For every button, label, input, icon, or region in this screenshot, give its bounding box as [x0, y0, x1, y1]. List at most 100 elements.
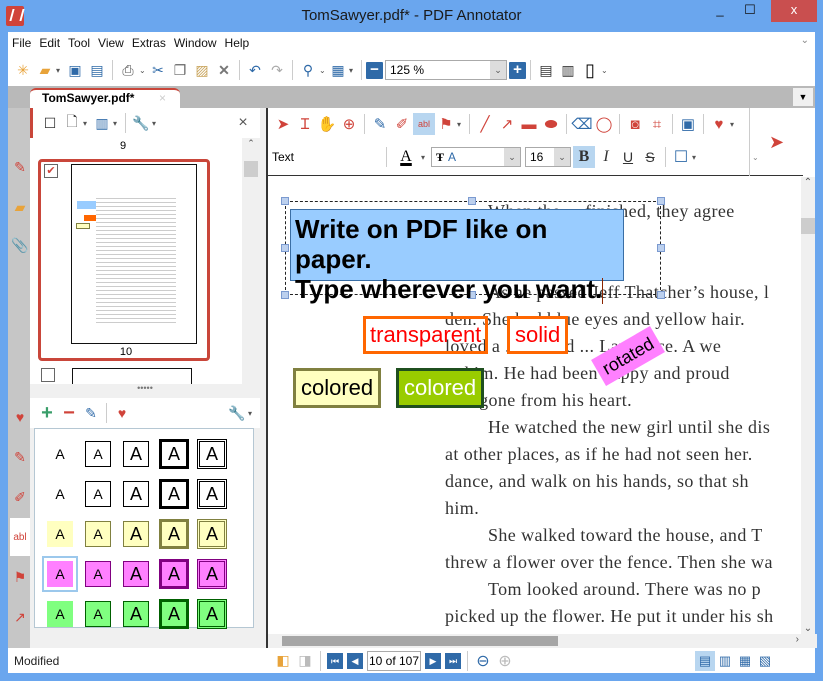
chevron-down-icon[interactable]: ⌄ — [504, 148, 520, 166]
menu-extras[interactable]: Extras — [128, 32, 170, 54]
book-view-icon[interactable]: ▥ — [91, 112, 113, 134]
favorite-style-cell[interactable]: A — [123, 521, 149, 547]
dropdown-arrow-icon[interactable]: ▾ — [83, 119, 91, 128]
favorites-heart-tab-icon[interactable]: ♥ — [10, 398, 30, 436]
favorite-style-cell[interactable]: A — [197, 519, 227, 549]
dropdown-arrow-icon[interactable]: ▾ — [730, 120, 738, 129]
zoom-out-button[interactable]: − — [366, 61, 383, 79]
dropdown-arrow-icon[interactable]: ▾ — [457, 120, 465, 129]
dropdown-arrow-icon[interactable]: ▾ — [113, 119, 121, 128]
thumbnail-page-10[interactable]: ✔ 10 — [38, 159, 210, 361]
fit-width-icon[interactable]: ▥ — [557, 59, 579, 81]
menu-help[interactable]: Help — [221, 32, 254, 54]
vertical-scrollbar[interactable]: ⌃ ⌄ — [801, 177, 815, 634]
panel-splitter[interactable]: ••••• — [30, 384, 260, 398]
text-annotation-colored-green[interactable]: colored — [396, 368, 485, 408]
insert-image-icon[interactable]: ▣ — [677, 113, 699, 135]
favorite-style-cell[interactable]: A — [197, 479, 227, 509]
full-screen-icon[interactable]: ▯ — [579, 59, 601, 81]
zoom-tool-icon[interactable]: ⊕ — [338, 113, 360, 135]
previous-document-icon[interactable]: ◧ — [272, 650, 294, 672]
favorite-style-cell[interactable]: A — [197, 439, 227, 469]
scroll-right-icon[interactable]: › — [796, 634, 799, 645]
chevron-down-icon[interactable]: ⌄ — [554, 148, 570, 166]
typewriter-icon[interactable]: abl — [413, 113, 435, 135]
previous-page-button[interactable]: ◀ — [347, 652, 363, 669]
find-binoculars-icon[interactable]: ⚲ — [297, 59, 319, 81]
scroll-thumb[interactable] — [282, 636, 558, 646]
page-icon[interactable]: 🗋 — [61, 112, 83, 134]
highlighter-icon[interactable]: ✐ — [391, 113, 413, 135]
favorite-style-cell[interactable]: A — [85, 481, 111, 507]
stamp-icon[interactable]: ⚑ — [435, 113, 457, 135]
camera-icon[interactable]: ◙ — [624, 113, 646, 135]
resize-handle[interactable] — [657, 244, 665, 252]
two-page-continuous-view-icon[interactable]: ▧ — [755, 651, 775, 671]
page-checkbox[interactable]: ✔ — [44, 164, 58, 178]
favorites-heart-icon[interactable]: ♥ — [708, 113, 730, 135]
scroll-up-icon[interactable]: ⌃ — [801, 177, 815, 188]
resize-handle[interactable] — [657, 197, 665, 205]
dropdown-arrow-icon[interactable]: ▾ — [56, 66, 64, 75]
text-select-icon[interactable]: Ɪ — [294, 113, 316, 135]
font-family-select[interactable]: Ŧ A ⌄ — [431, 147, 521, 167]
close-button[interactable]: x — [771, 0, 817, 22]
text-annotation-colored-yellow[interactable]: colored — [293, 368, 382, 408]
favorite-style-cell[interactable]: A — [159, 479, 189, 509]
freehand-pen-icon[interactable]: ✎ — [369, 113, 391, 135]
typewriter-tab-icon[interactable]: abl — [10, 518, 30, 556]
resize-handle[interactable] — [281, 291, 289, 299]
favorite-style-cell[interactable]: A — [197, 559, 227, 589]
wrench-icon[interactable]: 🔧 — [226, 402, 248, 424]
add-icon[interactable]: + — [36, 402, 58, 424]
resize-handle[interactable] — [281, 244, 289, 252]
grid-icon[interactable]: ▦ — [327, 59, 349, 81]
notes-tab-icon[interactable]: ▰ — [10, 188, 30, 226]
favorite-style-cell[interactable]: A — [197, 599, 227, 629]
remove-icon[interactable]: − — [58, 402, 80, 424]
next-page-button[interactable]: ▶ — [425, 652, 441, 669]
dropdown-arrow-icon[interactable]: ⌄ — [139, 66, 147, 75]
favorite-style-cell[interactable]: A — [123, 441, 149, 467]
font-color-button[interactable]: A — [391, 146, 421, 168]
highlighter-tab-icon[interactable]: ✐ — [10, 478, 30, 516]
new-document-icon[interactable]: ✳ — [12, 59, 34, 81]
favorite-style-cell[interactable]: A — [159, 559, 189, 589]
last-page-button[interactable]: ⏭ — [445, 652, 461, 669]
favorite-style-cell[interactable]: A — [47, 441, 73, 467]
zoom-level-select[interactable]: 125 % ⌄ — [385, 60, 507, 80]
menu-tool[interactable]: Tool — [64, 32, 94, 54]
resize-handle[interactable] — [657, 291, 665, 299]
delete-icon[interactable]: ✕ — [213, 59, 235, 81]
save-as-icon[interactable]: ▤ — [86, 59, 108, 81]
favorite-style-cell[interactable]: A — [85, 441, 111, 467]
dropdown-arrow-icon[interactable]: ⌄ — [601, 66, 609, 75]
dropdown-arrow-icon[interactable]: ▾ — [349, 66, 357, 75]
crop-icon[interactable]: ⌗ — [646, 113, 668, 135]
print-icon[interactable]: ⎙ — [117, 59, 139, 81]
favorite-style-cell[interactable]: A — [123, 481, 149, 507]
checkbox-icon[interactable]: ☐ — [39, 112, 61, 134]
bold-button[interactable]: B — [573, 146, 595, 168]
stamp-tab-icon[interactable]: ⚑ — [10, 558, 30, 596]
wrench-icon[interactable]: 🔧 — [130, 112, 152, 134]
tab-list-dropdown[interactable]: ▼ — [793, 88, 813, 106]
menu-edit[interactable]: Edit — [35, 32, 64, 54]
forward-icon[interactable]: ⊕ — [494, 650, 516, 672]
text-annotation-transparent[interactable]: transparent — [363, 316, 489, 354]
close-panel-icon[interactable]: × — [232, 112, 254, 134]
close-tab-icon[interactable]: × — [159, 90, 166, 107]
chevron-down-icon[interactable]: ⌄ — [801, 35, 809, 46]
thumbnail-scrollbar[interactable]: ⌃ — [242, 138, 260, 384]
active-pointer-icon[interactable]: ➤ — [749, 108, 803, 176]
back-icon[interactable]: ⊖ — [472, 650, 494, 672]
menu-view[interactable]: View — [94, 32, 128, 54]
menu-window[interactable]: Window — [170, 32, 221, 54]
favorite-style-cell[interactable]: A — [85, 521, 111, 547]
undo-icon[interactable]: ↶ — [244, 59, 266, 81]
favorite-style-cell[interactable]: A — [47, 601, 73, 627]
favorite-style-cell[interactable]: A — [159, 519, 189, 549]
dropdown-arrow-icon[interactable]: ▾ — [692, 153, 700, 162]
underline-button[interactable]: U — [617, 146, 639, 168]
two-page-view-icon[interactable]: ▦ — [735, 651, 755, 671]
